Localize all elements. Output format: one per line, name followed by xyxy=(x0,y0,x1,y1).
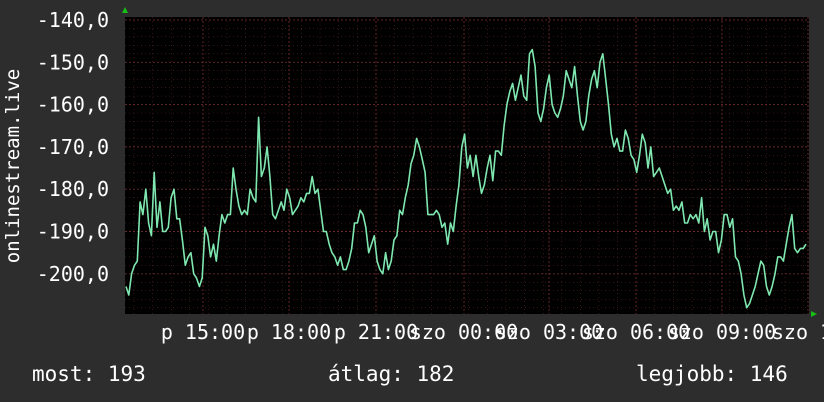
x-axis-arrow xyxy=(811,311,817,317)
current-value-label: most: 193 xyxy=(32,362,146,386)
y-axis-arrow xyxy=(122,7,128,13)
y-tick-label: -180,0 xyxy=(37,177,109,201)
x-tick-label: p 21:00 xyxy=(334,320,418,344)
y-tick-label: -200,0 xyxy=(37,262,109,286)
y-tick-label: -140,0 xyxy=(37,8,109,32)
x-tick-label: szo 12 xyxy=(772,320,824,344)
y-axis-tick-labels: -140,0 -150,0 -160,0 -170,0 -180,0 -190,0 -200… xyxy=(37,8,109,286)
y-tick-label: -160,0 xyxy=(37,93,109,117)
x-tick-label: p 15:00 xyxy=(161,320,245,344)
x-tick-label: szo 09:00 xyxy=(668,320,776,344)
y-tick-label: -170,0 xyxy=(37,135,109,159)
y-tick-label: -150,0 xyxy=(37,50,109,74)
best-value-label: legjobb: 146 xyxy=(636,362,788,386)
y-tick-label: -190,0 xyxy=(37,220,109,244)
line-chart: -140,0 -150,0 -160,0 -170,0 -180,0 -190,0 -200… xyxy=(2,7,824,344)
x-axis-tick-labels: p 15:00 p 18:00 p 21:00szo 00:00szo 03:00s… xyxy=(161,320,824,344)
rrd-graph: -140,0 -150,0 -160,0 -170,0 -180,0 -190,0 -200… xyxy=(0,0,824,402)
y-axis-label: onlinestream.live xyxy=(2,69,24,263)
x-tick-label: p 18:00 xyxy=(247,320,331,344)
average-value-label: átlag: 182 xyxy=(328,362,455,386)
